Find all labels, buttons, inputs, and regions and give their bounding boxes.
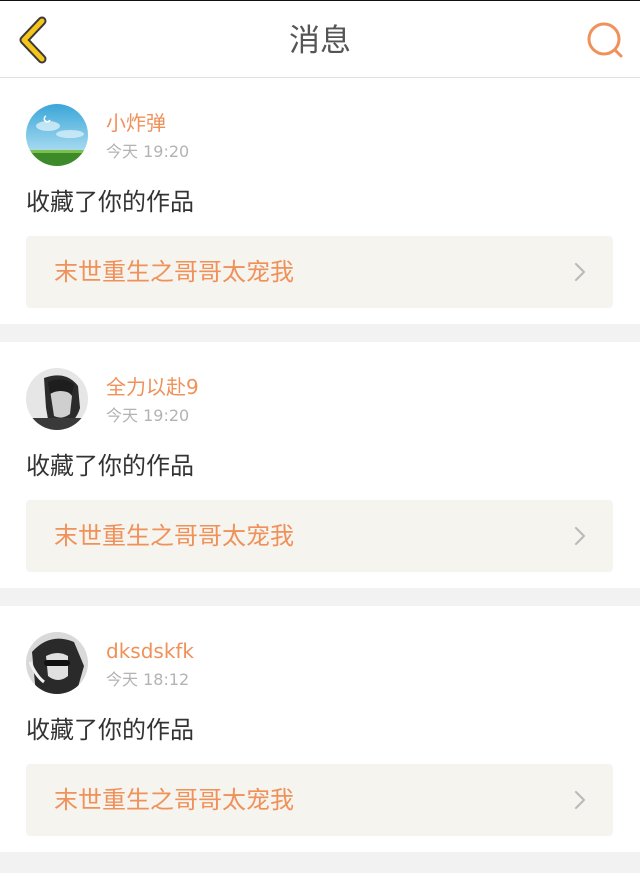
work-link[interactable]: 末世重生之哥哥太宠我 xyxy=(26,500,613,572)
search-button[interactable] xyxy=(584,19,626,61)
work-title: 末世重生之哥哥太宠我 xyxy=(54,522,294,550)
work-link[interactable]: 末世重生之哥哥太宠我 xyxy=(26,236,613,308)
message-card: 小炸弹 今天 19:20 收藏了你的作品 末世重生之哥哥太宠我 xyxy=(0,78,640,324)
username[interactable]: dksdskfk xyxy=(106,638,194,664)
sky-landscape-avatar xyxy=(26,104,88,166)
message-time: 今天 19:20 xyxy=(106,142,190,161)
username[interactable]: 小炸弹 xyxy=(106,110,166,136)
action-text: 收藏了你的作品 xyxy=(26,452,194,480)
message-list: 小炸弹 今天 19:20 收藏了你的作品 末世重生之哥哥太宠我 全力以赴9 今天… xyxy=(0,78,640,870)
top-navigation-bar: 消息 xyxy=(0,0,640,78)
user-avatar[interactable] xyxy=(26,368,88,430)
action-text: 收藏了你的作品 xyxy=(26,716,194,744)
user-avatar[interactable] xyxy=(26,104,88,166)
message-card: dksdskfk 今天 18:12 收藏了你的作品 末世重生之哥哥太宠我 xyxy=(0,606,640,852)
user-avatar[interactable] xyxy=(26,632,88,694)
chevron-right-icon xyxy=(574,526,586,546)
portrait-avatar xyxy=(26,632,88,694)
action-text: 收藏了你的作品 xyxy=(26,188,194,216)
chevron-right-icon xyxy=(574,790,586,810)
message-card: 全力以赴9 今天 19:20 收藏了你的作品 末世重生之哥哥太宠我 xyxy=(0,342,640,588)
work-title: 末世重生之哥哥太宠我 xyxy=(54,258,294,286)
username[interactable]: 全力以赴9 xyxy=(106,374,199,400)
message-time: 今天 18:12 xyxy=(106,670,190,689)
work-link[interactable]: 末世重生之哥哥太宠我 xyxy=(26,764,613,836)
work-title: 末世重生之哥哥太宠我 xyxy=(54,786,294,814)
search-icon xyxy=(587,22,623,58)
chevron-right-icon xyxy=(574,262,586,282)
portrait-avatar xyxy=(26,368,88,430)
page-title: 消息 xyxy=(289,23,351,59)
message-time: 今天 19:20 xyxy=(106,406,190,425)
